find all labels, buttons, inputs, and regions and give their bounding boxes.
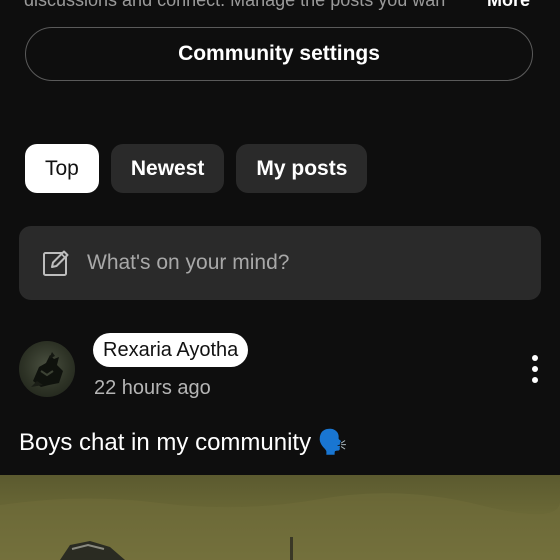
community-description: discussions and connect. Manage the post… xyxy=(24,0,536,11)
post-image-scene xyxy=(0,493,560,560)
more-link[interactable]: More xyxy=(480,0,530,11)
post-filter-tabs: Top Newest My posts xyxy=(25,144,368,193)
post-composer[interactable]: What's on your mind? xyxy=(19,226,541,300)
more-vertical-icon[interactable] xyxy=(529,353,541,385)
community-settings-button[interactable]: Community settings xyxy=(25,27,533,81)
filter-top[interactable]: Top xyxy=(25,144,99,193)
author-name[interactable]: Rexaria Ayotha xyxy=(93,333,249,367)
edit-icon xyxy=(43,250,69,276)
post-image[interactable] xyxy=(0,475,560,560)
post-timestamp: 22 hours ago xyxy=(94,377,211,399)
description-text: discussions and connect. Manage the post… xyxy=(24,0,446,10)
avatar[interactable] xyxy=(19,341,75,397)
post-text: Boys chat in my community 🗣️ xyxy=(19,429,348,456)
avatar-image xyxy=(31,352,63,387)
filter-newest[interactable]: Newest xyxy=(110,144,225,193)
post-header: Rexaria Ayotha 22 hours ago xyxy=(19,333,541,403)
composer-placeholder: What's on your mind? xyxy=(87,251,290,274)
filter-my-posts[interactable]: My posts xyxy=(236,144,368,193)
